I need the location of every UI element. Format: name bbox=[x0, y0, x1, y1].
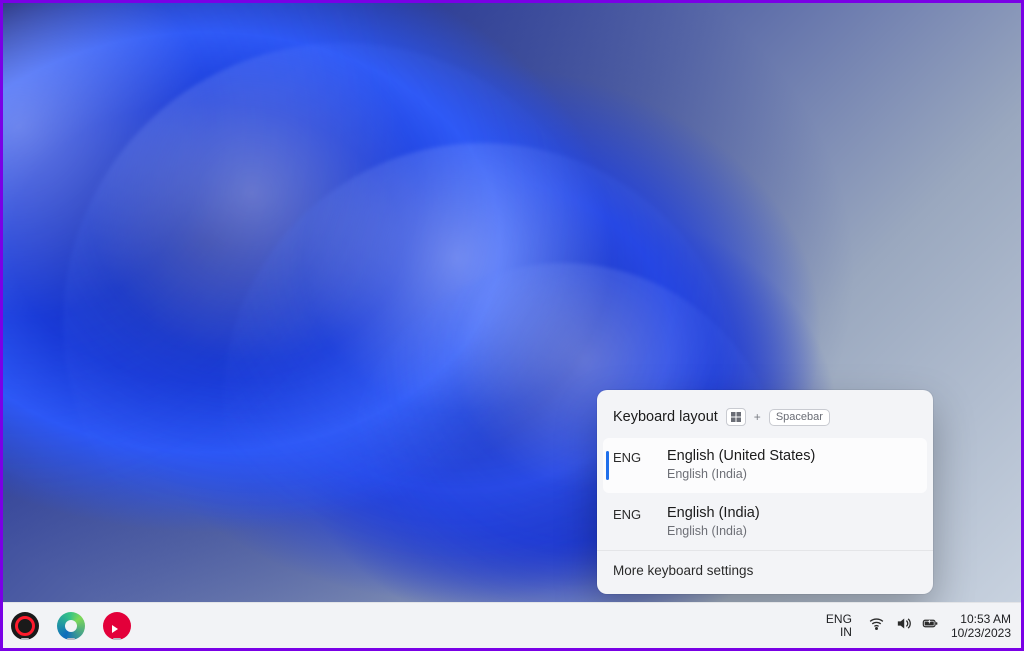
clock-date: 10/23/2023 bbox=[951, 626, 1011, 640]
keyboard-layout-flyout: Keyboard layout + Spacebar ENG English (… bbox=[597, 390, 933, 594]
taskbar-running-indicator bbox=[21, 638, 29, 640]
taskbar-app-red[interactable] bbox=[103, 612, 131, 640]
layout-secondary: English (India) bbox=[667, 524, 760, 538]
language-indicator-bottom: IN bbox=[826, 626, 852, 639]
sound-icon[interactable] bbox=[895, 615, 912, 637]
taskbar-app-opera[interactable] bbox=[11, 612, 39, 640]
system-tray[interactable] bbox=[868, 615, 939, 637]
shortcut-plus: + bbox=[754, 410, 761, 424]
layout-code: ENG bbox=[613, 505, 653, 522]
flyout-title: Keyboard layout bbox=[613, 409, 718, 425]
taskbar: ENG IN bbox=[3, 602, 1021, 648]
language-indicator-top: ENG bbox=[826, 613, 852, 626]
language-indicator[interactable]: ENG IN bbox=[822, 611, 856, 641]
clock-time: 10:53 AM bbox=[951, 612, 1011, 626]
shortcut-spacebar-key: Spacebar bbox=[769, 409, 830, 426]
wifi-icon[interactable] bbox=[868, 615, 885, 637]
taskbar-running-indicator bbox=[67, 638, 75, 640]
layout-primary: English (India) bbox=[667, 505, 760, 521]
taskbar-running-indicator bbox=[113, 638, 121, 640]
taskbar-app-edge[interactable] bbox=[57, 612, 85, 640]
more-keyboard-settings[interactable]: More keyboard settings bbox=[597, 550, 933, 590]
taskbar-clock[interactable]: 10:53 AM 10/23/2023 bbox=[951, 612, 1011, 640]
windows-key-icon bbox=[726, 408, 746, 426]
flyout-header: Keyboard layout + Spacebar bbox=[597, 398, 933, 436]
layout-code: ENG bbox=[613, 448, 653, 465]
taskbar-pinned-group bbox=[11, 612, 131, 640]
layout-secondary: English (India) bbox=[667, 467, 815, 481]
layout-item-english-us[interactable]: ENG English (United States) English (Ind… bbox=[603, 438, 927, 493]
battery-icon[interactable] bbox=[922, 615, 939, 637]
more-keyboard-settings-label: More keyboard settings bbox=[613, 563, 753, 578]
layout-primary: English (United States) bbox=[667, 448, 815, 464]
layout-item-english-in[interactable]: ENG English (India) English (India) bbox=[597, 495, 933, 550]
